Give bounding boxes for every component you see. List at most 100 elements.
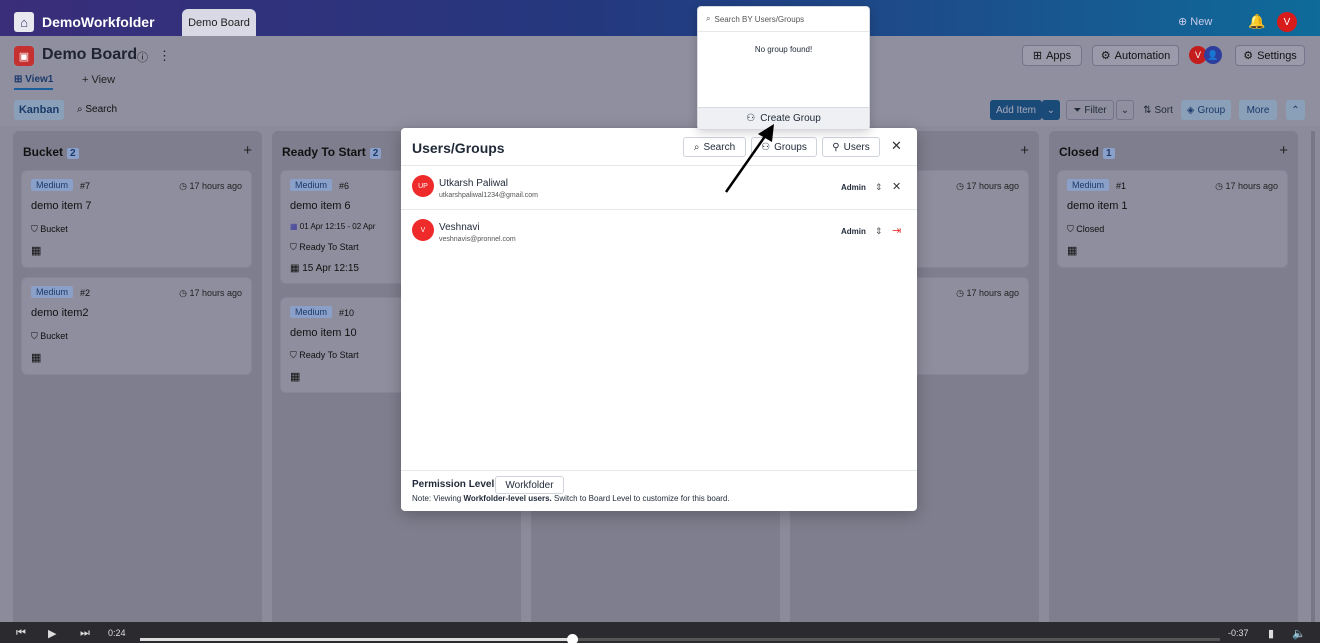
remove-user-icon[interactable]: ✕	[892, 180, 901, 193]
card-time: ◷ 17 hours ago	[179, 181, 242, 191]
users-avatar-icon[interactable]: 👤	[1204, 46, 1222, 64]
add-item-button[interactable]: Add Item	[990, 100, 1042, 120]
chevron-down-icon[interactable]: ⌄	[1042, 100, 1060, 120]
kanban-view-button[interactable]: Kanban	[14, 100, 64, 120]
avatar: UP	[412, 175, 434, 197]
card-number: #6	[339, 181, 350, 191]
logout-icon[interactable]: ⇥	[892, 224, 901, 237]
card[interactable]: Medium #1 ◷ 17 hours ago demo item 1 ⛉ C…	[1057, 170, 1288, 268]
group-search-input[interactable]: ⌕ Search BY Users/Groups	[698, 7, 869, 32]
robot-icon: ⚙	[1100, 50, 1111, 62]
modal-users-button[interactable]: ⚲ Users	[822, 137, 880, 157]
column-title: Bucket 2	[23, 145, 79, 159]
tab-demo-board[interactable]: Demo Board	[182, 9, 256, 36]
chevron-updown-icon[interactable]: ⇕	[875, 226, 883, 237]
count-badge: 2	[369, 148, 382, 159]
play-icon[interactable]: ▶	[48, 627, 56, 640]
add-card-icon[interactable]: +	[243, 142, 252, 159]
column-bucket: Bucket 2 + Medium #7 ◷ 17 hours ago demo …	[13, 131, 262, 622]
card[interactable]: Medium #7 ◷ 17 hours ago demo item 7 ⛉ B…	[21, 170, 252, 268]
speaker-icon[interactable]: 🔈	[1292, 627, 1306, 640]
board-search[interactable]: ⌕ Search	[77, 104, 117, 115]
card-status: ⛉ Bucket	[31, 224, 68, 234]
user-name: Veshnavi	[439, 222, 480, 233]
user-icon: ⚲	[832, 141, 840, 153]
card-status: ⛉ Closed	[1067, 224, 1105, 234]
clock-icon: ◷	[179, 181, 190, 191]
new-button[interactable]: ⊕ New	[1178, 15, 1212, 28]
card-status: ⛉ Ready To Start	[290, 242, 359, 252]
sort-button[interactable]: ⇅ Sort	[1140, 100, 1176, 120]
user-email: veshnavis@pronnel.com	[439, 236, 516, 243]
automation-button[interactable]: ⚙ Automation	[1092, 45, 1179, 66]
search-icon: ⌕	[693, 141, 700, 153]
chevron-down-icon[interactable]: ⌄	[1116, 100, 1134, 120]
count-badge: 2	[67, 148, 79, 159]
calendar-icon[interactable]: ▦	[31, 351, 41, 364]
card-number: #10	[339, 308, 355, 318]
column-closed: Closed 1 + Medium #1 ◷ 17 hours ago demo …	[1049, 131, 1298, 622]
divider	[401, 470, 917, 471]
chevron-up-icon[interactable]: ⌃	[1286, 100, 1305, 120]
add-view-button[interactable]: + View	[82, 74, 115, 86]
volume-icon[interactable]: ▮	[1268, 627, 1274, 640]
bell-icon[interactable]: 🔔	[1248, 13, 1265, 30]
card-status: ⛉ Ready To Start	[290, 350, 359, 360]
apps-button[interactable]: ⊞ Apps	[1022, 45, 1082, 66]
priority-tag: Medium	[290, 179, 333, 191]
view-icon: ⊞	[14, 74, 26, 85]
modal-title: Users/Groups	[412, 140, 505, 156]
tab-view1[interactable]: ⊞ View1	[14, 74, 54, 90]
bucket-icon: ⛉	[1067, 224, 1077, 234]
add-card-icon[interactable]: +	[1279, 142, 1288, 159]
calendar-icon[interactable]: ▦	[1067, 244, 1077, 257]
bucket-icon: ⛉	[31, 331, 41, 341]
close-icon[interactable]: ✕	[891, 138, 902, 154]
calendar-icon: ▦	[290, 222, 300, 231]
user-name: Utkarsh Paliwal	[439, 178, 508, 189]
card-number: #7	[80, 181, 91, 191]
list-item: UP Utkarsh Paliwal utkarshpaliwal1234@gm…	[401, 166, 917, 210]
card-time: ◷ 17 hours ago	[956, 181, 1019, 191]
calendar-icon[interactable]: ▦	[31, 244, 41, 257]
column-title: Ready To Start 2	[282, 145, 382, 159]
card-title: demo item 10	[290, 327, 357, 339]
clock-icon: ◷	[1215, 181, 1226, 191]
filter-button[interactable]: ⏷ Filter	[1066, 100, 1114, 120]
skip-back-icon[interactable]: ⏮	[16, 627, 26, 640]
group-button[interactable]: ◈ Group	[1181, 100, 1231, 120]
settings-button[interactable]: ⚙ Settings	[1235, 45, 1305, 66]
progress-thumb[interactable]	[567, 634, 578, 643]
scrollbar[interactable]	[1311, 131, 1315, 622]
priority-tag: Medium	[1067, 179, 1110, 191]
more-button[interactable]: More	[1239, 100, 1277, 120]
annotation-arrow	[724, 124, 774, 193]
role-select[interactable]: Admin	[841, 227, 866, 236]
video-player: ⏮ ▶ ⏭ 0:24 -0:37 ▮ 🔈	[0, 622, 1320, 643]
chevron-updown-icon[interactable]: ⇕	[875, 182, 883, 193]
remaining-time: -0:37	[1228, 628, 1249, 638]
permission-level-button[interactable]: Workfolder	[495, 476, 564, 494]
avatar[interactable]: V	[1277, 12, 1297, 32]
gear-icon: ⚙	[1243, 50, 1254, 62]
card-due-date[interactable]: ▦ 15 Apr 12:15	[290, 263, 359, 274]
bucket-icon: ⛉	[290, 350, 300, 360]
skip-forward-icon[interactable]: ⏭	[80, 627, 90, 640]
priority-tag: Medium	[290, 306, 333, 318]
card-time: ◷ 17 hours ago	[1215, 181, 1278, 191]
info-icon[interactable]: ⓘ	[137, 49, 148, 65]
calendar-icon[interactable]: ▦	[290, 370, 300, 383]
bucket-icon: ⛉	[31, 224, 41, 234]
role-select[interactable]: Admin	[841, 183, 866, 192]
card-number: #2	[80, 288, 91, 298]
add-card-icon[interactable]: +	[1020, 142, 1029, 159]
more-vertical-icon[interactable]: ⋮	[158, 48, 171, 64]
card-title: demo item 6	[290, 200, 351, 212]
workfolder-title[interactable]: DemoWorkfolder	[42, 14, 155, 30]
elapsed-time: 0:24	[108, 628, 126, 638]
page-title: Demo Board	[42, 46, 138, 63]
card[interactable]: Medium #2 ◷ 17 hours ago demo item2 ⛉ Bu…	[21, 277, 252, 375]
clock-icon: ◷	[956, 288, 967, 298]
search-icon: ⌕	[706, 14, 711, 23]
home-icon[interactable]: ⌂	[14, 12, 34, 32]
